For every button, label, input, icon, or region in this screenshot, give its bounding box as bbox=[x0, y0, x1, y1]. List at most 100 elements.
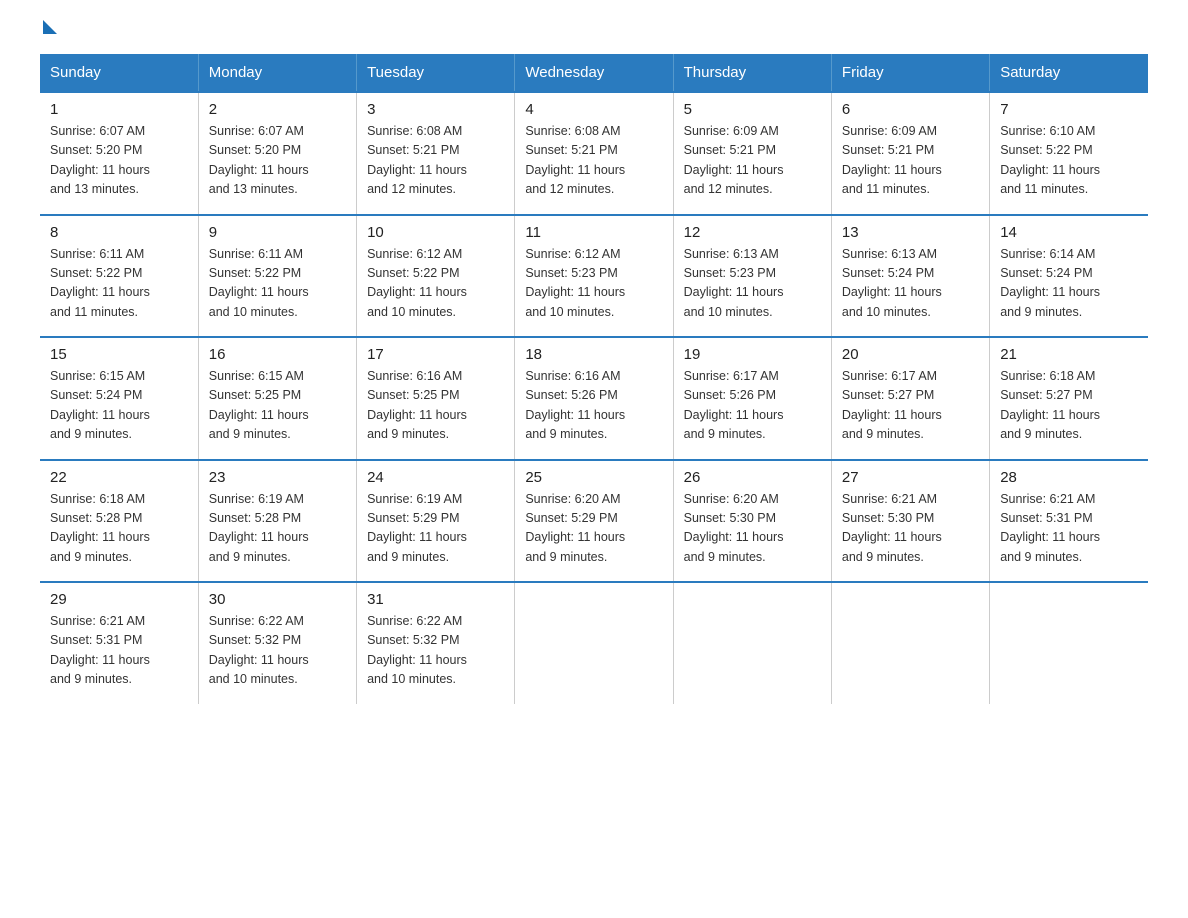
day-info: Sunrise: 6:10 AM Sunset: 5:22 PM Dayligh… bbox=[1000, 122, 1138, 200]
page-header bbox=[40, 30, 1148, 34]
calendar-week-1: 1 Sunrise: 6:07 AM Sunset: 5:20 PM Dayli… bbox=[40, 92, 1148, 215]
day-number: 31 bbox=[367, 591, 504, 608]
day-number: 30 bbox=[209, 591, 346, 608]
day-info: Sunrise: 6:15 AM Sunset: 5:25 PM Dayligh… bbox=[209, 367, 346, 445]
day-number: 11 bbox=[525, 224, 662, 241]
day-info: Sunrise: 6:22 AM Sunset: 5:32 PM Dayligh… bbox=[209, 612, 346, 690]
day-number: 5 bbox=[684, 101, 821, 118]
day-number: 21 bbox=[1000, 346, 1138, 363]
calendar-cell: 13 Sunrise: 6:13 AM Sunset: 5:24 PM Dayl… bbox=[831, 215, 989, 338]
day-number: 14 bbox=[1000, 224, 1138, 241]
calendar-cell: 6 Sunrise: 6:09 AM Sunset: 5:21 PM Dayli… bbox=[831, 92, 989, 215]
header-wednesday: Wednesday bbox=[515, 54, 673, 92]
day-info: Sunrise: 6:20 AM Sunset: 5:30 PM Dayligh… bbox=[684, 490, 821, 568]
calendar-cell: 25 Sunrise: 6:20 AM Sunset: 5:29 PM Dayl… bbox=[515, 460, 673, 583]
day-info: Sunrise: 6:09 AM Sunset: 5:21 PM Dayligh… bbox=[684, 122, 821, 200]
day-info: Sunrise: 6:12 AM Sunset: 5:23 PM Dayligh… bbox=[525, 245, 662, 323]
day-number: 8 bbox=[50, 224, 188, 241]
calendar-header-row: SundayMondayTuesdayWednesdayThursdayFrid… bbox=[40, 54, 1148, 92]
day-info: Sunrise: 6:07 AM Sunset: 5:20 PM Dayligh… bbox=[50, 122, 188, 200]
day-number: 15 bbox=[50, 346, 188, 363]
day-info: Sunrise: 6:09 AM Sunset: 5:21 PM Dayligh… bbox=[842, 122, 979, 200]
calendar-cell: 8 Sunrise: 6:11 AM Sunset: 5:22 PM Dayli… bbox=[40, 215, 198, 338]
day-number: 13 bbox=[842, 224, 979, 241]
day-number: 19 bbox=[684, 346, 821, 363]
calendar-cell: 18 Sunrise: 6:16 AM Sunset: 5:26 PM Dayl… bbox=[515, 337, 673, 460]
day-number: 23 bbox=[209, 469, 346, 486]
header-sunday: Sunday bbox=[40, 54, 198, 92]
calendar-cell: 5 Sunrise: 6:09 AM Sunset: 5:21 PM Dayli… bbox=[673, 92, 831, 215]
header-thursday: Thursday bbox=[673, 54, 831, 92]
day-info: Sunrise: 6:20 AM Sunset: 5:29 PM Dayligh… bbox=[525, 490, 662, 568]
logo bbox=[40, 30, 57, 34]
calendar-cell: 9 Sunrise: 6:11 AM Sunset: 5:22 PM Dayli… bbox=[198, 215, 356, 338]
day-info: Sunrise: 6:07 AM Sunset: 5:20 PM Dayligh… bbox=[209, 122, 346, 200]
calendar-cell: 23 Sunrise: 6:19 AM Sunset: 5:28 PM Dayl… bbox=[198, 460, 356, 583]
day-number: 20 bbox=[842, 346, 979, 363]
day-number: 27 bbox=[842, 469, 979, 486]
day-number: 24 bbox=[367, 469, 504, 486]
calendar-cell: 26 Sunrise: 6:20 AM Sunset: 5:30 PM Dayl… bbox=[673, 460, 831, 583]
calendar-cell: 3 Sunrise: 6:08 AM Sunset: 5:21 PM Dayli… bbox=[357, 92, 515, 215]
calendar-cell: 28 Sunrise: 6:21 AM Sunset: 5:31 PM Dayl… bbox=[990, 460, 1148, 583]
calendar-cell: 14 Sunrise: 6:14 AM Sunset: 5:24 PM Dayl… bbox=[990, 215, 1148, 338]
calendar-cell bbox=[673, 582, 831, 704]
day-number: 12 bbox=[684, 224, 821, 241]
day-info: Sunrise: 6:21 AM Sunset: 5:31 PM Dayligh… bbox=[50, 612, 188, 690]
calendar-cell: 21 Sunrise: 6:18 AM Sunset: 5:27 PM Dayl… bbox=[990, 337, 1148, 460]
calendar-cell: 22 Sunrise: 6:18 AM Sunset: 5:28 PM Dayl… bbox=[40, 460, 198, 583]
header-monday: Monday bbox=[198, 54, 356, 92]
logo-triangle-icon bbox=[43, 20, 57, 34]
day-number: 6 bbox=[842, 101, 979, 118]
day-info: Sunrise: 6:21 AM Sunset: 5:30 PM Dayligh… bbox=[842, 490, 979, 568]
day-info: Sunrise: 6:08 AM Sunset: 5:21 PM Dayligh… bbox=[367, 122, 504, 200]
day-info: Sunrise: 6:17 AM Sunset: 5:27 PM Dayligh… bbox=[842, 367, 979, 445]
calendar-cell: 10 Sunrise: 6:12 AM Sunset: 5:22 PM Dayl… bbox=[357, 215, 515, 338]
day-number: 9 bbox=[209, 224, 346, 241]
calendar-week-2: 8 Sunrise: 6:11 AM Sunset: 5:22 PM Dayli… bbox=[40, 215, 1148, 338]
calendar-cell: 15 Sunrise: 6:15 AM Sunset: 5:24 PM Dayl… bbox=[40, 337, 198, 460]
calendar-week-4: 22 Sunrise: 6:18 AM Sunset: 5:28 PM Dayl… bbox=[40, 460, 1148, 583]
day-info: Sunrise: 6:19 AM Sunset: 5:28 PM Dayligh… bbox=[209, 490, 346, 568]
day-info: Sunrise: 6:08 AM Sunset: 5:21 PM Dayligh… bbox=[525, 122, 662, 200]
day-info: Sunrise: 6:15 AM Sunset: 5:24 PM Dayligh… bbox=[50, 367, 188, 445]
calendar-cell: 7 Sunrise: 6:10 AM Sunset: 5:22 PM Dayli… bbox=[990, 92, 1148, 215]
calendar-cell: 12 Sunrise: 6:13 AM Sunset: 5:23 PM Dayl… bbox=[673, 215, 831, 338]
calendar-cell: 30 Sunrise: 6:22 AM Sunset: 5:32 PM Dayl… bbox=[198, 582, 356, 704]
day-info: Sunrise: 6:13 AM Sunset: 5:24 PM Dayligh… bbox=[842, 245, 979, 323]
day-number: 4 bbox=[525, 101, 662, 118]
calendar-cell bbox=[990, 582, 1148, 704]
day-info: Sunrise: 6:17 AM Sunset: 5:26 PM Dayligh… bbox=[684, 367, 821, 445]
calendar-cell: 17 Sunrise: 6:16 AM Sunset: 5:25 PM Dayl… bbox=[357, 337, 515, 460]
day-info: Sunrise: 6:22 AM Sunset: 5:32 PM Dayligh… bbox=[367, 612, 504, 690]
calendar-week-5: 29 Sunrise: 6:21 AM Sunset: 5:31 PM Dayl… bbox=[40, 582, 1148, 704]
calendar-cell bbox=[515, 582, 673, 704]
calendar-week-3: 15 Sunrise: 6:15 AM Sunset: 5:24 PM Dayl… bbox=[40, 337, 1148, 460]
day-info: Sunrise: 6:18 AM Sunset: 5:27 PM Dayligh… bbox=[1000, 367, 1138, 445]
day-number: 16 bbox=[209, 346, 346, 363]
calendar-cell: 1 Sunrise: 6:07 AM Sunset: 5:20 PM Dayli… bbox=[40, 92, 198, 215]
day-info: Sunrise: 6:16 AM Sunset: 5:26 PM Dayligh… bbox=[525, 367, 662, 445]
day-number: 18 bbox=[525, 346, 662, 363]
day-info: Sunrise: 6:18 AM Sunset: 5:28 PM Dayligh… bbox=[50, 490, 188, 568]
day-number: 1 bbox=[50, 101, 188, 118]
day-info: Sunrise: 6:21 AM Sunset: 5:31 PM Dayligh… bbox=[1000, 490, 1138, 568]
calendar-cell: 27 Sunrise: 6:21 AM Sunset: 5:30 PM Dayl… bbox=[831, 460, 989, 583]
day-info: Sunrise: 6:16 AM Sunset: 5:25 PM Dayligh… bbox=[367, 367, 504, 445]
day-number: 17 bbox=[367, 346, 504, 363]
day-number: 29 bbox=[50, 591, 188, 608]
header-saturday: Saturday bbox=[990, 54, 1148, 92]
day-info: Sunrise: 6:19 AM Sunset: 5:29 PM Dayligh… bbox=[367, 490, 504, 568]
header-tuesday: Tuesday bbox=[357, 54, 515, 92]
day-number: 3 bbox=[367, 101, 504, 118]
calendar-cell: 11 Sunrise: 6:12 AM Sunset: 5:23 PM Dayl… bbox=[515, 215, 673, 338]
calendar-cell: 31 Sunrise: 6:22 AM Sunset: 5:32 PM Dayl… bbox=[357, 582, 515, 704]
day-number: 26 bbox=[684, 469, 821, 486]
day-number: 2 bbox=[209, 101, 346, 118]
day-info: Sunrise: 6:11 AM Sunset: 5:22 PM Dayligh… bbox=[50, 245, 188, 323]
day-info: Sunrise: 6:13 AM Sunset: 5:23 PM Dayligh… bbox=[684, 245, 821, 323]
calendar-cell: 24 Sunrise: 6:19 AM Sunset: 5:29 PM Dayl… bbox=[357, 460, 515, 583]
calendar-cell: 2 Sunrise: 6:07 AM Sunset: 5:20 PM Dayli… bbox=[198, 92, 356, 215]
calendar-table: SundayMondayTuesdayWednesdayThursdayFrid… bbox=[40, 54, 1148, 704]
calendar-cell bbox=[831, 582, 989, 704]
